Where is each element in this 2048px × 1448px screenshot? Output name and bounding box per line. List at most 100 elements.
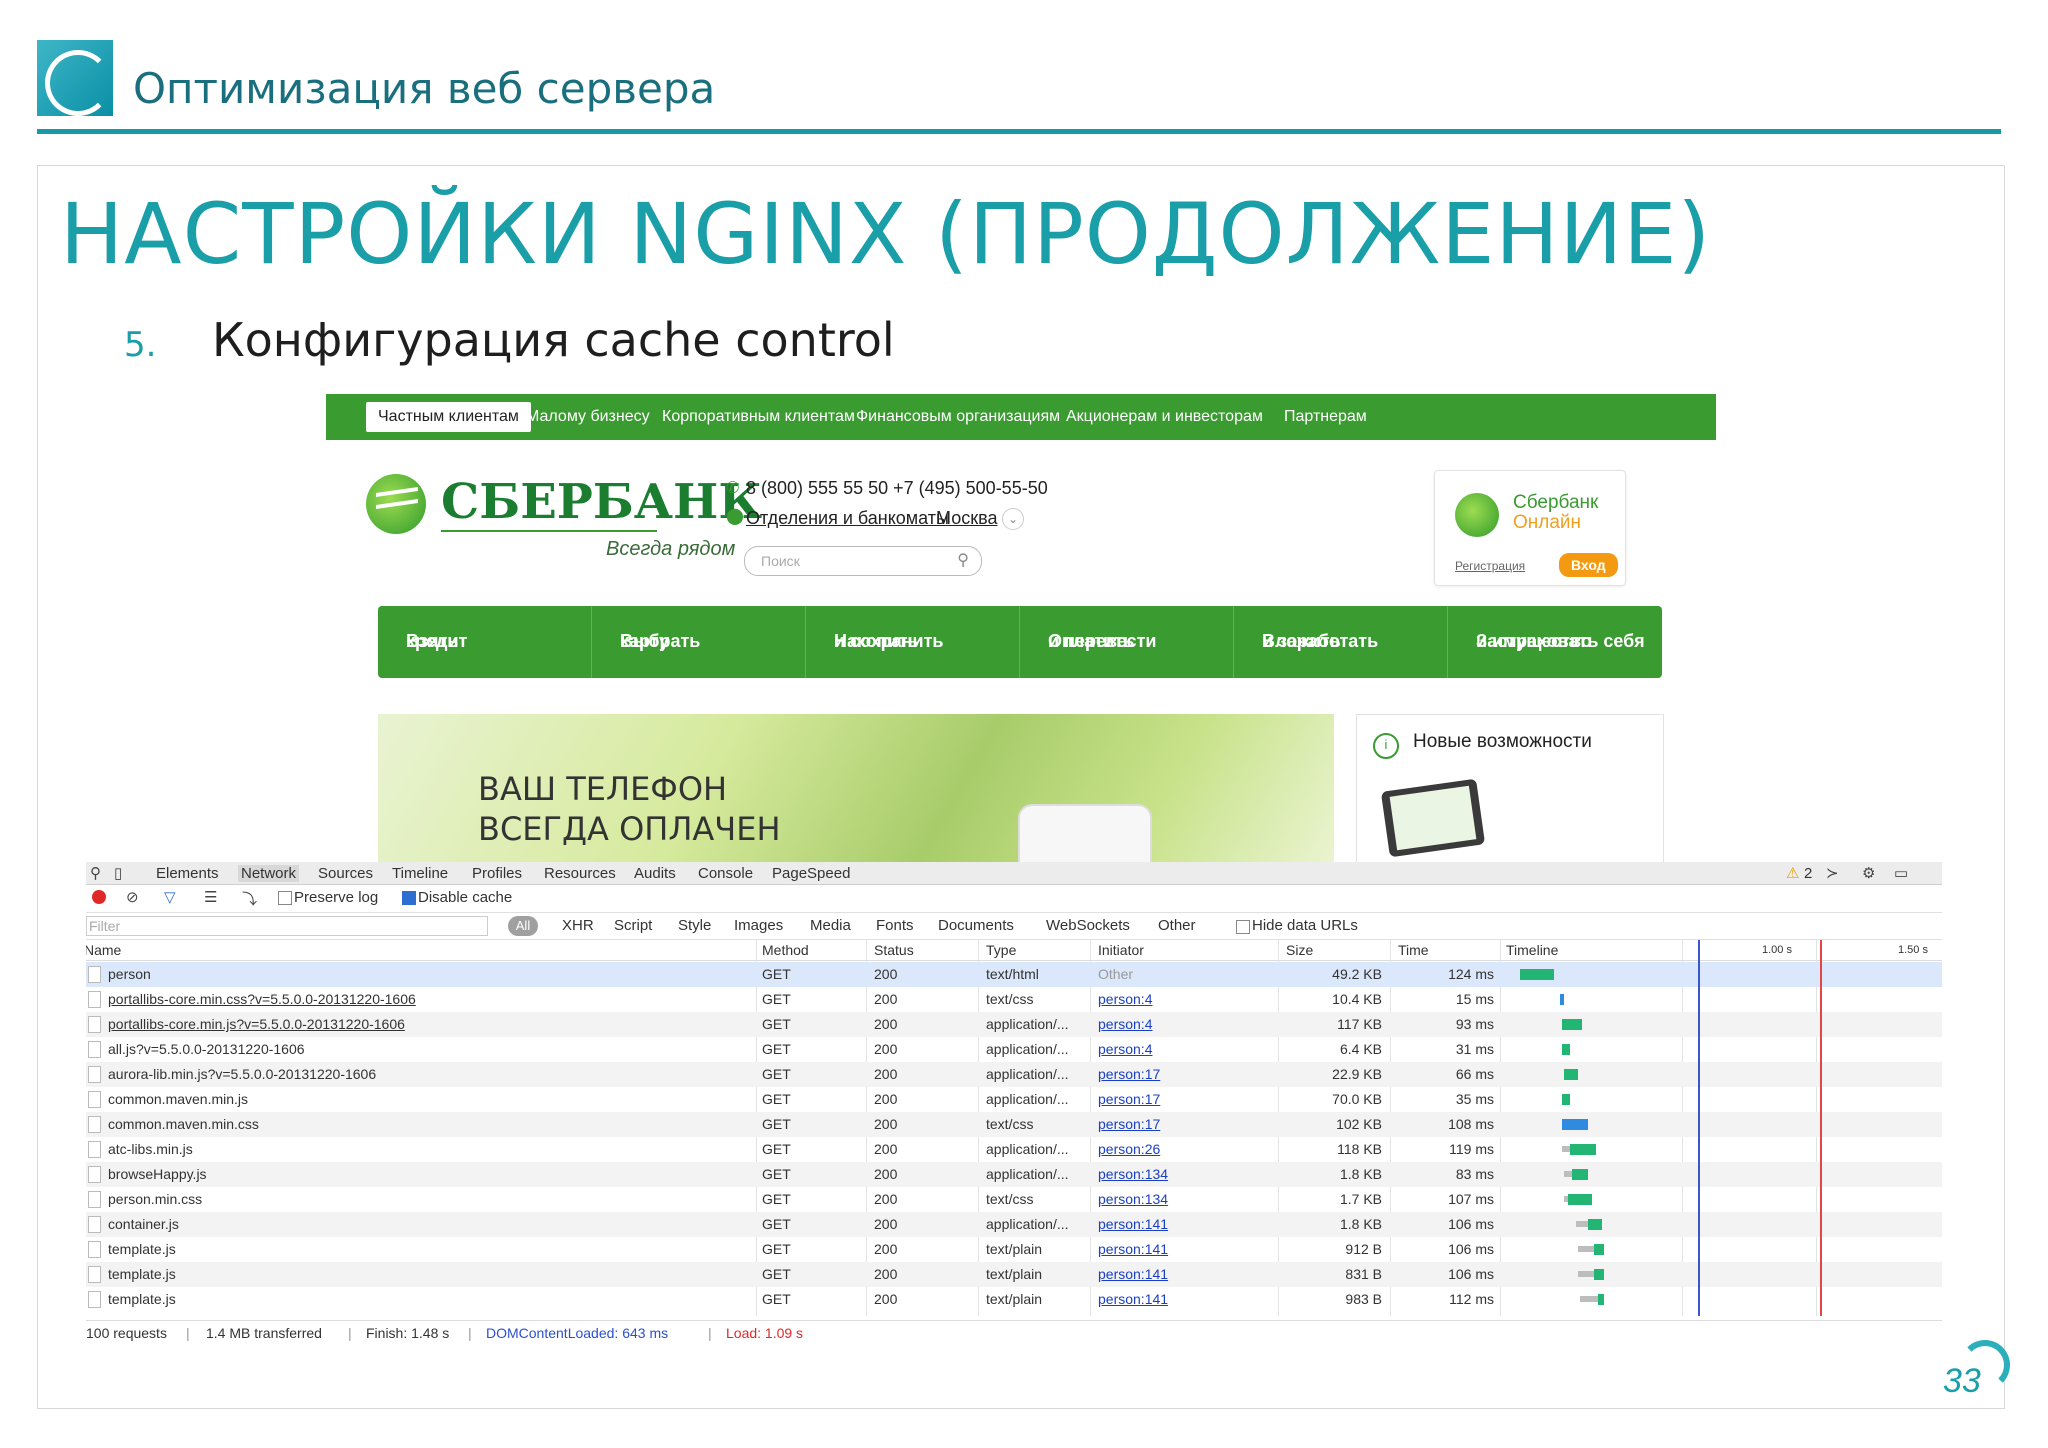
gear-icon[interactable]: ⚙	[1862, 864, 1875, 882]
table-row[interactable]: template.js GET 200 text/plain person:141 983…	[86, 1287, 1942, 1312]
filter-icon[interactable]: ▽	[164, 888, 176, 906]
col-time[interactable]: Time	[1398, 942, 1429, 958]
filter-other[interactable]: Other	[1158, 917, 1196, 934]
table-row[interactable]: template.js GET 200 text/plain person:141 912…	[86, 1237, 1942, 1262]
table-row[interactable]: portallibs-core.min.js?v=5.5.0.0-2013122…	[86, 1012, 1942, 1037]
site-search-input[interactable]: Поиск ⚲	[744, 546, 982, 576]
col-timeline[interactable]: Timeline	[1506, 942, 1558, 958]
tab-timeline[interactable]: Timeline	[392, 865, 448, 882]
console-drawer-icon[interactable]: ≻	[1826, 864, 1839, 882]
tab-network[interactable]: Network	[238, 865, 300, 882]
cell-initiator: Other	[1098, 966, 1134, 982]
preserve-log-checkbox[interactable]	[278, 891, 292, 905]
tab-resources[interactable]: Resources	[544, 865, 616, 882]
top-nav-corporate[interactable]: Корпоративным клиентам	[662, 408, 855, 426]
col-type[interactable]: Type	[986, 942, 1016, 958]
summary-sep: |	[348, 1325, 352, 1341]
cell-initiator[interactable]: person:141	[1098, 1216, 1168, 1232]
hide-data-urls-checkbox[interactable]	[1236, 920, 1250, 934]
top-nav-small-business[interactable]: Малому бизнесу	[526, 408, 650, 426]
menu-item-payments[interactable]: Оплатить и перевести	[1020, 606, 1234, 678]
cell-type: application/...	[986, 1041, 1069, 1057]
filter-style[interactable]: Style	[678, 917, 711, 934]
record-icon[interactable]	[92, 890, 106, 904]
cell-initiator[interactable]: person:141	[1098, 1241, 1168, 1257]
login-button[interactable]: Вход	[1559, 553, 1618, 577]
top-nav-investors[interactable]: Акционерам и инвесторам	[1066, 408, 1263, 426]
search-icon[interactable]: ⚲	[90, 864, 101, 882]
table-row[interactable]: browseHappy.js GET 200 application/... perso…	[86, 1162, 1942, 1187]
filter-all[interactable]: All	[508, 916, 538, 936]
filter-websockets[interactable]: WebSockets	[1046, 917, 1130, 934]
menu-item-savings[interactable]: Накопить и сохранить	[806, 606, 1020, 678]
tab-pagespeed[interactable]: PageSpeed	[772, 865, 850, 882]
top-nav-private[interactable]: Частным клиентам	[366, 402, 531, 432]
cell-initiator[interactable]: person:4	[1098, 991, 1152, 1007]
table-row[interactable]: template.js GET 200 text/plain person:141 831…	[86, 1262, 1942, 1287]
tab-elements[interactable]: Elements	[156, 865, 219, 882]
filter-script[interactable]: Script	[614, 917, 652, 934]
table-row[interactable]: aurora-lib.min.js?v=5.5.0.0-20131220-160…	[86, 1062, 1942, 1087]
table-row[interactable]: common.maven.min.css GET 200 text/css person…	[86, 1112, 1942, 1137]
tab-console[interactable]: Console	[698, 865, 753, 882]
cell-initiator[interactable]: person:141	[1098, 1266, 1168, 1282]
search-icon[interactable]: ⚲	[957, 550, 969, 570]
city-selector[interactable]: Москва	[936, 508, 997, 529]
promo-banner[interactable]: ВАШ ТЕЛЕФОН ВСЕГДА ОПЛАЧЕН	[378, 714, 1334, 862]
table-row[interactable]: portallibs-core.min.css?v=5.5.0.0-201312…	[86, 987, 1942, 1012]
menu-item-credit[interactable]: Взять кредит	[378, 606, 592, 678]
device-icon[interactable]: ▯	[114, 864, 122, 882]
disable-cache-checkbox[interactable]	[402, 891, 416, 905]
filter-input[interactable]: Filter	[86, 916, 488, 936]
news-box[interactable]: i Новые возможности	[1356, 714, 1664, 864]
sberbank-brand[interactable]: СБЕРБАНК	[441, 474, 762, 530]
top-nav-financial[interactable]: Финансовым организациям	[856, 408, 1060, 426]
cell-initiator[interactable]: person:134	[1098, 1191, 1168, 1207]
cell-initiator[interactable]: person:17	[1098, 1066, 1160, 1082]
filter-media[interactable]: Media	[810, 917, 851, 934]
cell-initiator[interactable]: person:26	[1098, 1141, 1160, 1157]
timeline-bar	[1594, 1244, 1604, 1255]
overview-icon[interactable]: ⤵	[242, 888, 257, 909]
cell-initiator[interactable]: person:4	[1098, 1016, 1152, 1032]
top-nav-partners[interactable]: Партнерам	[1284, 408, 1367, 426]
filter-documents[interactable]: Documents	[938, 917, 1014, 934]
menu-item-card[interactable]: Выбрать карту	[592, 606, 806, 678]
col-method[interactable]: Method	[762, 942, 809, 958]
table-row[interactable]: container.js GET 200 application/... person:…	[86, 1212, 1942, 1237]
cell-initiator[interactable]: person:17	[1098, 1116, 1160, 1132]
tab-profiles[interactable]: Profiles	[472, 865, 522, 882]
register-link[interactable]: Регистрация	[1455, 559, 1525, 573]
col-status[interactable]: Status	[874, 942, 914, 958]
cell-name: all.js?v=5.5.0.0-20131220-1606	[108, 1041, 305, 1057]
cell-initiator[interactable]: person:17	[1098, 1091, 1160, 1107]
table-row[interactable]: atc-libs.min.js GET 200 application/... pers…	[86, 1137, 1942, 1162]
dock-icon[interactable]: ▭	[1894, 864, 1908, 882]
cell-initiator[interactable]: person:141	[1098, 1291, 1168, 1307]
table-row[interactable]: person GET 200 text/html Other 49.2 KB 124 ms	[86, 962, 1942, 987]
table-row[interactable]: common.maven.min.js GET 200 application/...…	[86, 1087, 1942, 1112]
tab-sources[interactable]: Sources	[318, 865, 373, 882]
list-view-icon[interactable]: ☰	[204, 888, 217, 906]
chevron-down-icon[interactable]: ⌄	[1002, 508, 1024, 530]
filter-fonts[interactable]: Fonts	[876, 917, 914, 934]
menu-item-invest[interactable]: Вложить и заработать	[1234, 606, 1448, 678]
cell-initiator[interactable]: person:4	[1098, 1041, 1152, 1057]
clear-icon[interactable]: ⊘	[126, 888, 139, 906]
table-row[interactable]: person.min.css GET 200 text/css person:134 1.…	[86, 1187, 1942, 1212]
warning-icon[interactable]: ⚠	[1786, 864, 1799, 882]
table-row[interactable]: all.js?v=5.5.0.0-20131220-1606 GET 200 appl…	[86, 1037, 1942, 1062]
col-name[interactable]: Name	[86, 942, 121, 958]
cell-method: GET	[762, 1291, 791, 1307]
col-size[interactable]: Size	[1286, 942, 1313, 958]
tab-audits[interactable]: Audits	[634, 865, 676, 882]
menu-item-insurance[interactable]: Застраховать себя и имущество	[1448, 606, 1662, 678]
filter-images[interactable]: Images	[734, 917, 783, 934]
filter-xhr[interactable]: XHR	[562, 917, 594, 934]
sberbank-logo-icon[interactable]	[366, 474, 426, 534]
cell-initiator[interactable]: person:134	[1098, 1166, 1168, 1182]
cell-name: person	[108, 966, 151, 982]
cell-status: 200	[874, 1116, 898, 1132]
col-initiator[interactable]: Initiator	[1098, 942, 1144, 958]
branches-link[interactable]: Отделения и банкоматы	[746, 508, 949, 529]
